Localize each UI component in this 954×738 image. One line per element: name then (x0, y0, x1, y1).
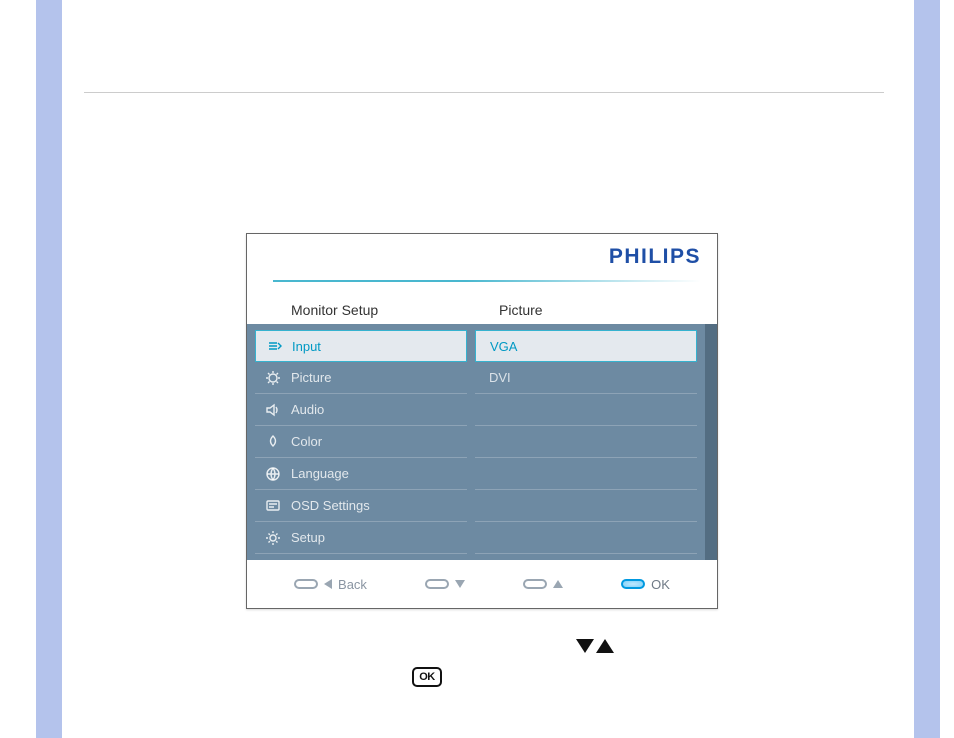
menu-item-picture[interactable]: Picture (255, 362, 467, 394)
back-label: Back (338, 577, 367, 592)
menu-item-label: Color (291, 434, 322, 449)
osd-body: Input Picture Audio (247, 324, 717, 560)
brand-logo-text: PHILIPS (609, 245, 701, 269)
submenu-placeholder (475, 426, 697, 458)
menu-item-label: Audio (291, 402, 324, 417)
picture-icon (265, 370, 281, 386)
submenu-item-label: VGA (490, 339, 517, 354)
menu-item-language[interactable]: Language (255, 458, 467, 490)
color-icon (265, 434, 281, 450)
ok-badge-icon: OK (412, 667, 442, 687)
osd-footer: Back OK (247, 560, 717, 608)
osd-panel: PHILIPS Monitor Setup Picture Input (246, 233, 718, 609)
setup-icon (265, 530, 281, 546)
pill-icon (523, 579, 547, 589)
language-icon (265, 466, 281, 482)
triangle-up-icon (596, 639, 614, 653)
menu-item-input[interactable]: Input (255, 330, 467, 362)
ok-badge-label: OK (419, 671, 435, 683)
menu-item-audio[interactable]: Audio (255, 394, 467, 426)
back-button[interactable]: Back (294, 577, 367, 592)
triangle-down-icon (576, 639, 594, 653)
menu-item-color[interactable]: Color (255, 426, 467, 458)
pill-icon (425, 579, 449, 589)
audio-icon (265, 402, 281, 418)
submenu-placeholder (475, 522, 697, 554)
submenu-placeholder (475, 394, 697, 426)
menu-item-label: OSD Settings (291, 498, 370, 513)
pill-icon (294, 579, 318, 589)
nav-arrows-instruction (576, 639, 614, 653)
triangle-up-icon (553, 580, 563, 588)
pill-icon (621, 579, 645, 589)
submenu-column: VGA DVI (475, 324, 717, 560)
right-sidebar-stripe (914, 0, 940, 738)
osd-icon (265, 498, 281, 514)
submenu-placeholder (475, 490, 697, 522)
menu-item-label: Input (292, 339, 321, 354)
menu-item-label: Picture (291, 370, 331, 385)
menu-item-label: Language (291, 466, 349, 481)
menu-column: Input Picture Audio (247, 324, 475, 560)
down-button[interactable] (425, 579, 465, 589)
up-button[interactable] (523, 579, 563, 589)
menu-item-label: Setup (291, 530, 325, 545)
brand-bar: PHILIPS (247, 234, 717, 280)
column-header-right: Picture (475, 302, 717, 318)
column-header-left: Monitor Setup (247, 302, 475, 318)
submenu-item-label: DVI (489, 370, 511, 385)
menu-item-osd-settings[interactable]: OSD Settings (255, 490, 467, 522)
submenu-item-vga[interactable]: VGA (475, 330, 697, 362)
horizontal-rule (84, 92, 884, 93)
input-icon (266, 338, 282, 354)
submenu-item-dvi[interactable]: DVI (475, 362, 697, 394)
ok-button[interactable]: OK (621, 577, 670, 592)
left-sidebar-stripe (36, 0, 62, 738)
submenu-placeholder (475, 458, 697, 490)
triangle-down-icon (455, 580, 465, 588)
ok-label: OK (651, 577, 670, 592)
triangle-left-icon (324, 579, 332, 589)
osd-column-headers: Monitor Setup Picture (247, 282, 717, 324)
menu-item-setup[interactable]: Setup (255, 522, 467, 554)
